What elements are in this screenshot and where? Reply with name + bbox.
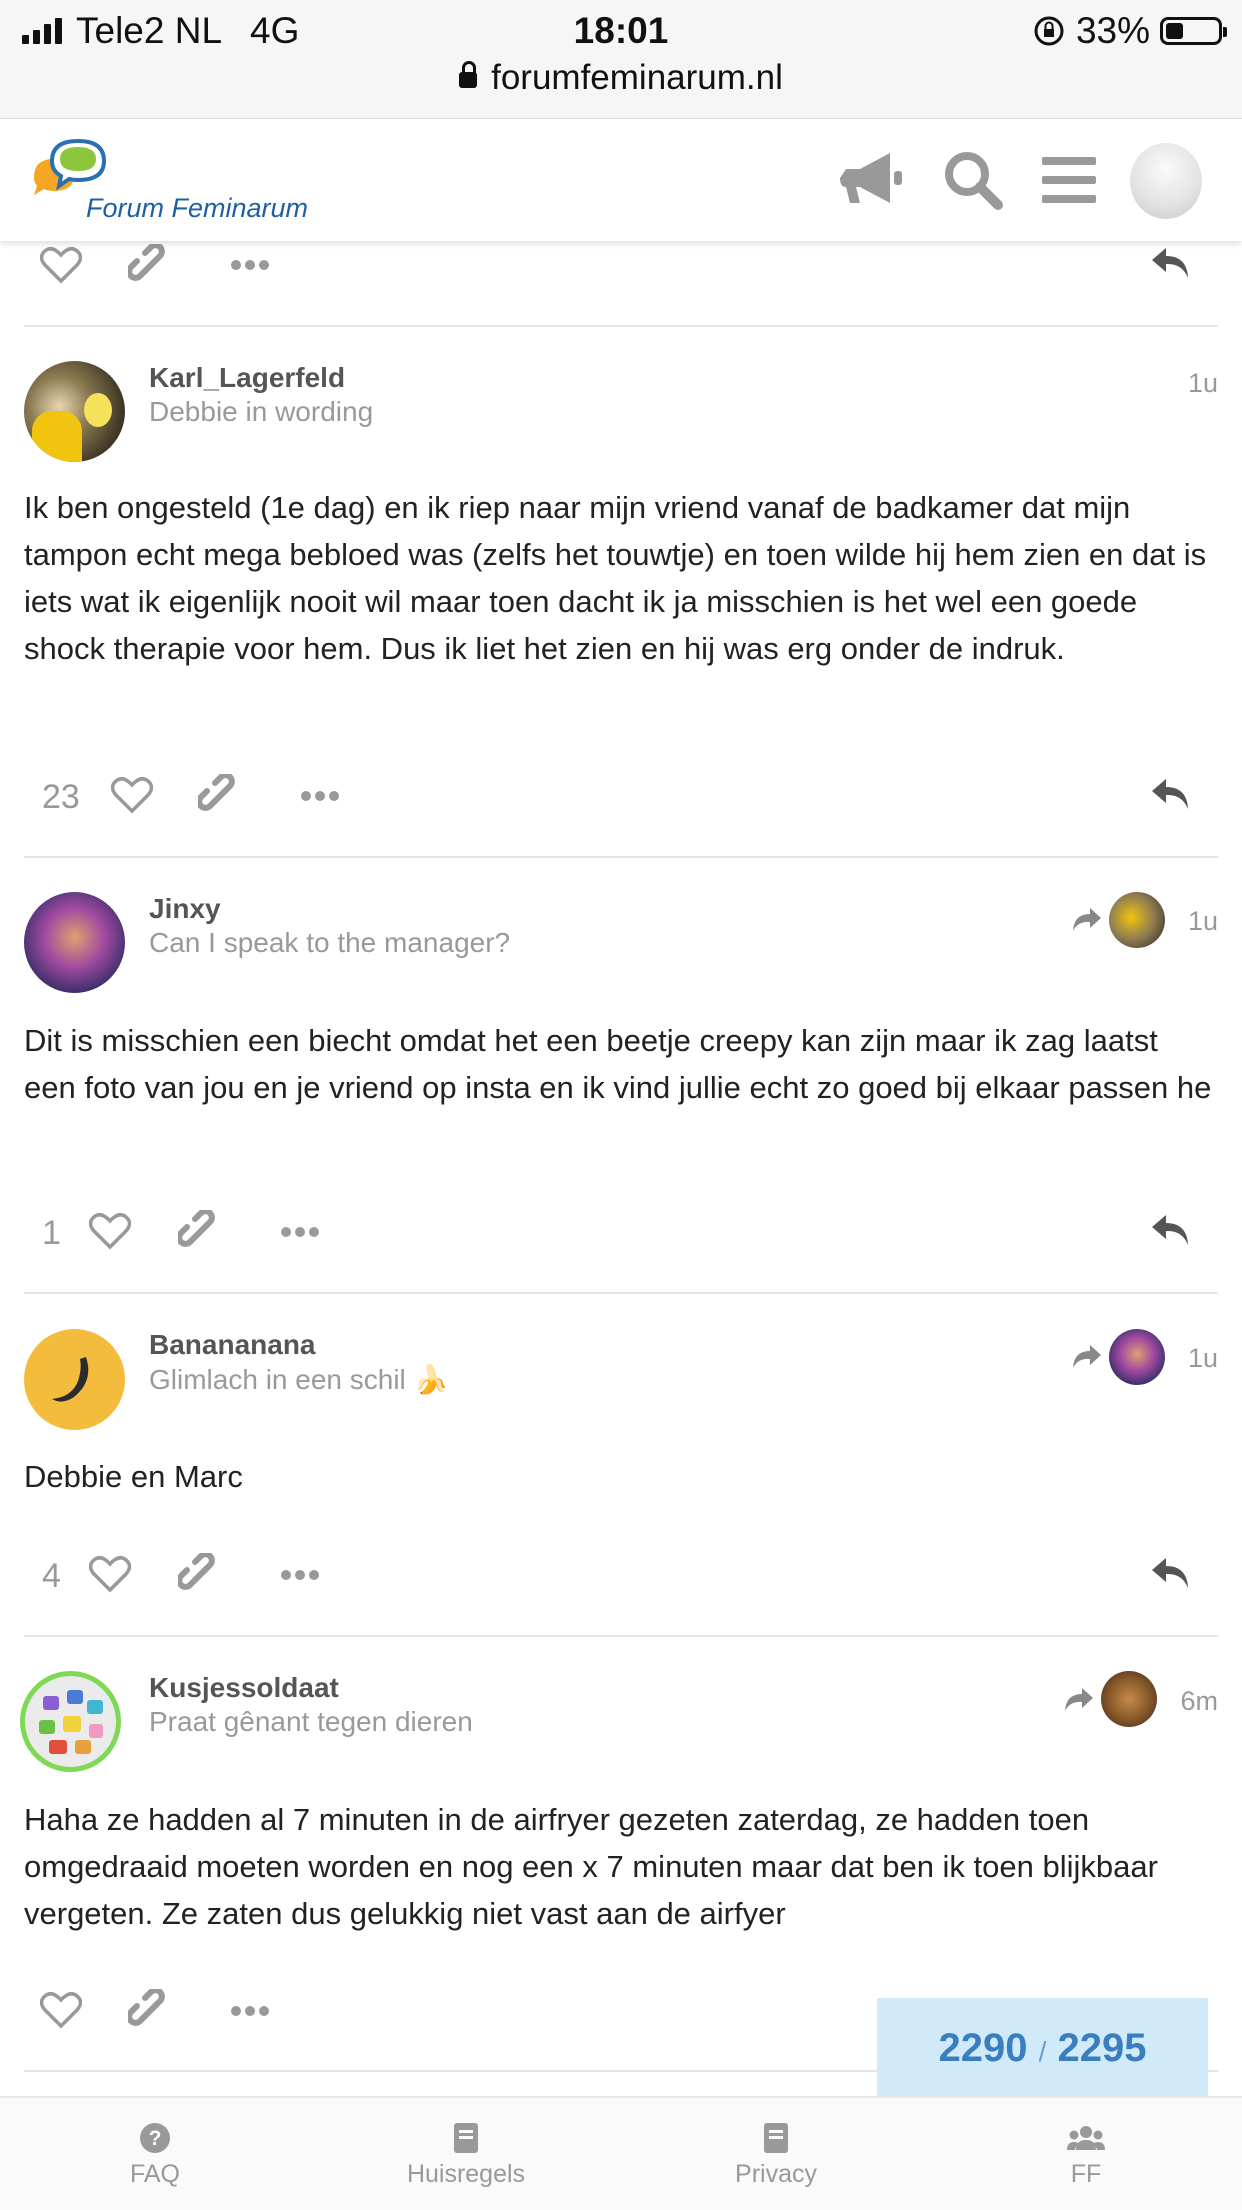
reply-to-avatar[interactable] xyxy=(1109,892,1165,948)
more-icon[interactable] xyxy=(280,1225,320,1239)
reply-to-icon xyxy=(1073,908,1101,931)
like-icon[interactable] xyxy=(89,1555,131,1593)
username[interactable]: Kusjessoldaat xyxy=(149,1672,339,1704)
avatar[interactable] xyxy=(24,361,125,462)
post-time[interactable]: 6m xyxy=(1180,1686,1218,1717)
more-icon[interactable] xyxy=(300,789,340,803)
footer-item-privacy[interactable]: Privacy xyxy=(676,2122,876,2189)
footer-label: Privacy xyxy=(735,2160,817,2188)
avatar-gem xyxy=(67,1690,83,1704)
reply-to-icon xyxy=(1073,1345,1101,1368)
more-icon[interactable] xyxy=(230,258,270,272)
link-icon[interactable] xyxy=(128,244,172,288)
avatar-gem xyxy=(49,1740,67,1754)
footer-item-faq[interactable]: ? FAQ xyxy=(55,2122,255,2189)
site-header: Forum Feminarum xyxy=(0,119,1242,241)
book-icon xyxy=(764,2123,788,2153)
post-divider xyxy=(24,1292,1218,1294)
orientation-lock-icon xyxy=(1034,16,1064,46)
like-icon[interactable] xyxy=(111,776,153,814)
like-count[interactable]: 23 xyxy=(42,778,80,817)
post-divider xyxy=(24,1635,1218,1637)
username[interactable]: Jinxy xyxy=(149,893,221,925)
svg-text:?: ? xyxy=(149,2127,162,2150)
footer-nav: ? FAQ Huisregels Privacy FF xyxy=(0,2096,1242,2210)
more-icon[interactable] xyxy=(280,1568,320,1582)
footer-label: Huisregels xyxy=(406,2160,526,2188)
post-body: Ik ben ongesteld (1e dag) en ik riep naa… xyxy=(24,490,1207,666)
user-avatar[interactable] xyxy=(1130,143,1202,219)
post-time[interactable]: 1u xyxy=(1188,1343,1218,1374)
username[interactable]: Banananana xyxy=(149,1329,316,1361)
user-title: Debbie in wording xyxy=(149,396,374,427)
reply-to-icon xyxy=(1065,1688,1093,1711)
footer-label: FF xyxy=(1070,2160,1102,2188)
reply-icon[interactable] xyxy=(1150,246,1190,282)
link-icon[interactable] xyxy=(128,1989,172,2033)
like-count[interactable]: 1 xyxy=(42,1214,61,1253)
avatar-gem xyxy=(75,1740,91,1754)
reply-to-avatar[interactable] xyxy=(1101,1671,1157,1727)
like-count[interactable]: 4 xyxy=(42,1557,61,1596)
progress-current: 2290 xyxy=(938,2026,1028,2070)
progress-total: 2295 xyxy=(1057,2026,1147,2070)
like-icon[interactable] xyxy=(89,1212,131,1250)
menu-icon[interactable] xyxy=(1042,155,1096,205)
more-icon[interactable] xyxy=(230,2004,270,2018)
footer-item-ff[interactable]: FF xyxy=(986,2122,1186,2189)
post-divider xyxy=(24,856,1218,858)
user-title: Can I speak to the manager? xyxy=(149,927,511,958)
avatar-gem xyxy=(39,1720,55,1734)
users-icon xyxy=(1067,2126,1105,2150)
announcement-icon[interactable] xyxy=(840,149,910,209)
reply-icon[interactable] xyxy=(1150,1556,1190,1592)
post-body: Haha ze hadden al 7 minuten in de airfry… xyxy=(24,1802,1158,1931)
url-text: forumfeminarum.nl xyxy=(491,58,783,97)
banana-icon xyxy=(52,1357,89,1402)
battery-percent: 33% xyxy=(1075,10,1150,51)
logo-text[interactable]: Forum Feminarum xyxy=(86,193,308,224)
progress-separator: / xyxy=(1038,2036,1047,2067)
link-icon[interactable] xyxy=(178,1553,222,1597)
topic-progress[interactable]: 2290 / 2295 xyxy=(877,1998,1208,2098)
search-icon[interactable] xyxy=(942,149,1004,211)
post-body: Debbie en Marc xyxy=(24,1459,243,1494)
avatar[interactable] xyxy=(24,892,125,993)
footer-item-huisregels[interactable]: Huisregels xyxy=(366,2122,566,2189)
user-title: Glimlach in een schil 🍌 xyxy=(149,1364,449,1395)
avatar-gem xyxy=(63,1716,81,1732)
status-right: 33% xyxy=(1032,10,1227,52)
post-time[interactable]: 1u xyxy=(1188,368,1218,399)
avatar-gem xyxy=(87,1700,103,1714)
battery-icon xyxy=(1160,17,1227,45)
like-icon[interactable] xyxy=(40,246,82,284)
footer-label: FAQ xyxy=(129,2160,180,2188)
avatar[interactable] xyxy=(24,1329,125,1430)
avatar-gem xyxy=(89,1724,103,1738)
book-icon xyxy=(454,2123,478,2153)
lock-icon xyxy=(459,61,478,88)
question-icon: ? xyxy=(140,2123,170,2153)
post-body: Dit is misschien een biecht omdat het ee… xyxy=(24,1023,1212,1105)
avatar-gem xyxy=(43,1696,59,1710)
reply-icon[interactable] xyxy=(1150,777,1190,813)
address-bar[interactable]: forumfeminarum.nl xyxy=(0,58,1242,98)
reply-to-avatar[interactable] xyxy=(1109,1329,1165,1385)
link-icon[interactable] xyxy=(198,774,242,818)
avatar-figure xyxy=(32,411,82,462)
status-bar: Tele2 NL 4G 18:01 33% forumfeminarum.nl xyxy=(0,0,1242,120)
username[interactable]: Karl_Lagerfeld xyxy=(149,362,345,394)
like-icon[interactable] xyxy=(40,1991,82,2029)
reply-icon[interactable] xyxy=(1150,1213,1190,1249)
avatar[interactable] xyxy=(20,1671,121,1772)
post-divider xyxy=(24,325,1218,327)
link-icon[interactable] xyxy=(178,1210,222,1254)
avatar-lemon xyxy=(84,393,112,427)
user-title: Praat gênant tegen dieren xyxy=(149,1706,473,1737)
post-time[interactable]: 1u xyxy=(1188,906,1218,937)
